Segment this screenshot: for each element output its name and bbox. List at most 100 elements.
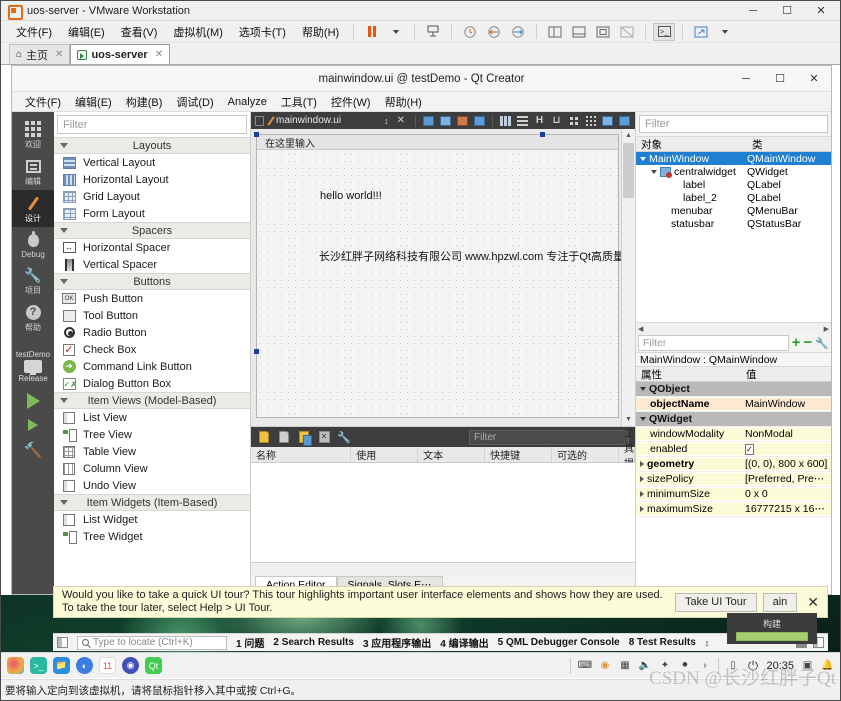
appstore-icon[interactable]: ◉	[122, 657, 139, 674]
launcher-icon[interactable]	[7, 657, 24, 674]
output-pane-app-output[interactable]: 3 应用程序输出	[363, 635, 431, 650]
mode-edit[interactable]: 编辑	[12, 153, 54, 190]
widget-item-undo-view[interactable]: Undo View	[54, 477, 250, 494]
layout-splitter-horizontal-icon[interactable]: H	[533, 115, 546, 127]
open-document-selector[interactable]: mainwindow.ui	[267, 115, 341, 126]
widget-box-list[interactable]: Layouts Vertical Layout Horizontal Layou…	[54, 137, 250, 594]
property-group-qobject[interactable]: QObject	[636, 382, 831, 397]
layout-horizontally-icon[interactable]	[499, 115, 512, 127]
widget-item-form-layout[interactable]: Form Layout	[54, 205, 250, 222]
take-snapshot-icon[interactable]	[459, 23, 481, 41]
tree-row-statusbar[interactable]: statusbar QStatusBar	[636, 217, 831, 230]
widget-item-push-button[interactable]: OK Push Button	[54, 290, 250, 307]
snapshot-manager-icon[interactable]	[422, 23, 444, 41]
stretch-guest-icon[interactable]	[690, 23, 712, 41]
adjust-size-icon[interactable]	[618, 115, 631, 127]
keyboard-icon[interactable]: ⌨	[578, 659, 592, 672]
property-row-maximumsize[interactable]: maximumSize 16777215 x 16⋯	[636, 502, 831, 517]
output-pane-search-results[interactable]: 2 Search Results	[273, 637, 354, 648]
brightness-icon[interactable]: ✦	[658, 659, 671, 672]
vmware-menu-file[interactable]: 文件(F)	[9, 22, 59, 42]
vmware-menu-help[interactable]: 帮助(H)	[295, 22, 346, 42]
widget-item-check-box[interactable]: ✓ Check Box	[54, 341, 250, 358]
mode-help[interactable]: ? 帮助	[12, 299, 54, 336]
layout-form-icon[interactable]	[567, 115, 580, 127]
widget-item-radio-button[interactable]: Radio Button	[54, 324, 250, 341]
qt-menu-file[interactable]: 文件(F)	[18, 93, 68, 111]
vmware-menu-view[interactable]: 查看(V)	[114, 22, 165, 42]
widget-item-column-view[interactable]: Column View	[54, 460, 250, 477]
widget-item-list-view[interactable]: List View	[54, 409, 250, 426]
console-icon[interactable]: >_	[653, 22, 676, 41]
notes-icon[interactable]: ▣	[801, 659, 814, 672]
run-button-icon[interactable]	[26, 393, 40, 409]
scroll-up-icon[interactable]: ▲	[622, 129, 635, 142]
remove-dynamic-property-icon[interactable]: −	[804, 335, 813, 350]
fullscreen-icon[interactable]	[592, 23, 614, 41]
property-row-minimumsize[interactable]: minimumSize 0 x 0	[636, 487, 831, 502]
show-bottom-pane-icon[interactable]	[568, 23, 590, 41]
close-document-icon[interactable]: ✕	[393, 115, 409, 126]
property-editor-list[interactable]: QObject objectName MainWindow QWidget wi…	[636, 382, 831, 594]
calendar-icon[interactable]: 11	[99, 657, 116, 674]
mode-design[interactable]: 设计	[12, 190, 54, 227]
property-row-sizepolicy[interactable]: sizePolicy [Preferred, Pre⋯	[636, 472, 831, 487]
vmware-minimize-button[interactable]: ─	[736, 1, 770, 20]
chevron-down-icon[interactable]	[640, 417, 646, 421]
mode-projects[interactable]: 🔧 项目	[12, 262, 54, 299]
output-pane-more-icon[interactable]: ↕	[705, 638, 710, 648]
input-method-icon[interactable]: ▦	[618, 659, 631, 672]
break-layout-icon[interactable]	[601, 115, 614, 127]
widget-item-table-view[interactable]: Table View	[54, 443, 250, 460]
widget-item-command-link-button[interactable]: ➜ Command Link Button	[54, 358, 250, 375]
widget-item-dialog-button-box[interactable]: ✓✗ Dialog Button Box	[54, 375, 250, 392]
edit-widgets-icon[interactable]	[422, 115, 435, 127]
tab-uos-server-close-icon[interactable]: ✕	[155, 49, 163, 60]
copy-action-icon[interactable]	[277, 430, 291, 444]
vmware-close-button[interactable]: ✕	[804, 1, 838, 20]
screen-icon[interactable]: ▯	[726, 659, 739, 672]
output-pane-test-results[interactable]: 8 Test Results	[629, 637, 696, 648]
chevron-right-icon[interactable]	[640, 491, 644, 497]
output-pane-issues[interactable]: 1 问题	[236, 635, 264, 650]
chevron-down-icon[interactable]	[640, 156, 646, 161]
split-icon[interactable]	[57, 637, 68, 648]
kit-selector[interactable]: testDemo Release	[16, 350, 50, 383]
widget-group-layouts[interactable]: Layouts	[54, 137, 250, 154]
widget-item-vertical-spacer[interactable]: Vertical Spacer	[54, 256, 250, 273]
add-dynamic-property-icon[interactable]: +	[792, 335, 801, 350]
output-pane-compile-output[interactable]: 4 编译输出	[440, 635, 488, 650]
suspend-icon[interactable]	[361, 23, 383, 41]
property-row-windowmodality[interactable]: windowModality NonModal	[636, 427, 831, 442]
edit-buddies-icon[interactable]	[456, 115, 469, 127]
power-icon[interactable]: ⏻	[746, 658, 759, 673]
delete-action-icon[interactable]: ✕	[317, 430, 331, 444]
scrollbar-thumb[interactable]	[623, 143, 634, 198]
widget-item-tree-view[interactable]: Tree View	[54, 426, 250, 443]
power-dropdown-icon[interactable]	[385, 23, 407, 41]
property-value[interactable]: NonModal	[741, 428, 831, 440]
tree-row-label-2[interactable]: label_2 QLabel	[636, 191, 831, 204]
configure-icon[interactable]: 🔧	[815, 337, 829, 350]
scroll-right-icon[interactable]: ▶	[824, 325, 829, 333]
qt-menu-edit[interactable]: 编辑(E)	[68, 93, 119, 111]
chevron-right-icon[interactable]	[640, 461, 644, 467]
browser-icon[interactable]: ◐	[76, 657, 93, 674]
enabled-checkbox[interactable]: ✓	[745, 444, 754, 455]
form-design-area[interactable]: 在这里输入 hello world!!! 长沙红胖子网络科技有限公司 www.h…	[251, 129, 635, 426]
tab-home-close-icon[interactable]: ✕	[55, 49, 63, 60]
user-icon[interactable]: ⚫	[678, 659, 691, 672]
resize-handle-top-left[interactable]	[254, 132, 259, 137]
action-settings-icon[interactable]: 🔧	[337, 430, 351, 444]
document-dropdown-icon[interactable]: ↕	[384, 116, 389, 126]
lock-icon[interactable]	[255, 115, 264, 126]
locator-input[interactable]: Type to locate (Ctrl+K)	[77, 635, 227, 650]
form-canvas[interactable]: 在这里输入 hello world!!! 长沙红胖子网络科技有限公司 www.h…	[254, 132, 635, 418]
scroll-left-icon[interactable]: ◀	[638, 325, 643, 333]
scroll-down-icon[interactable]: ▼	[622, 413, 635, 426]
unity-mode-icon[interactable]	[616, 23, 638, 41]
terminal-icon[interactable]: >_	[30, 657, 47, 674]
show-left-pane-icon[interactable]	[544, 23, 566, 41]
revert-snapshot-icon[interactable]	[483, 23, 505, 41]
layout-grid-icon[interactable]	[584, 115, 597, 127]
